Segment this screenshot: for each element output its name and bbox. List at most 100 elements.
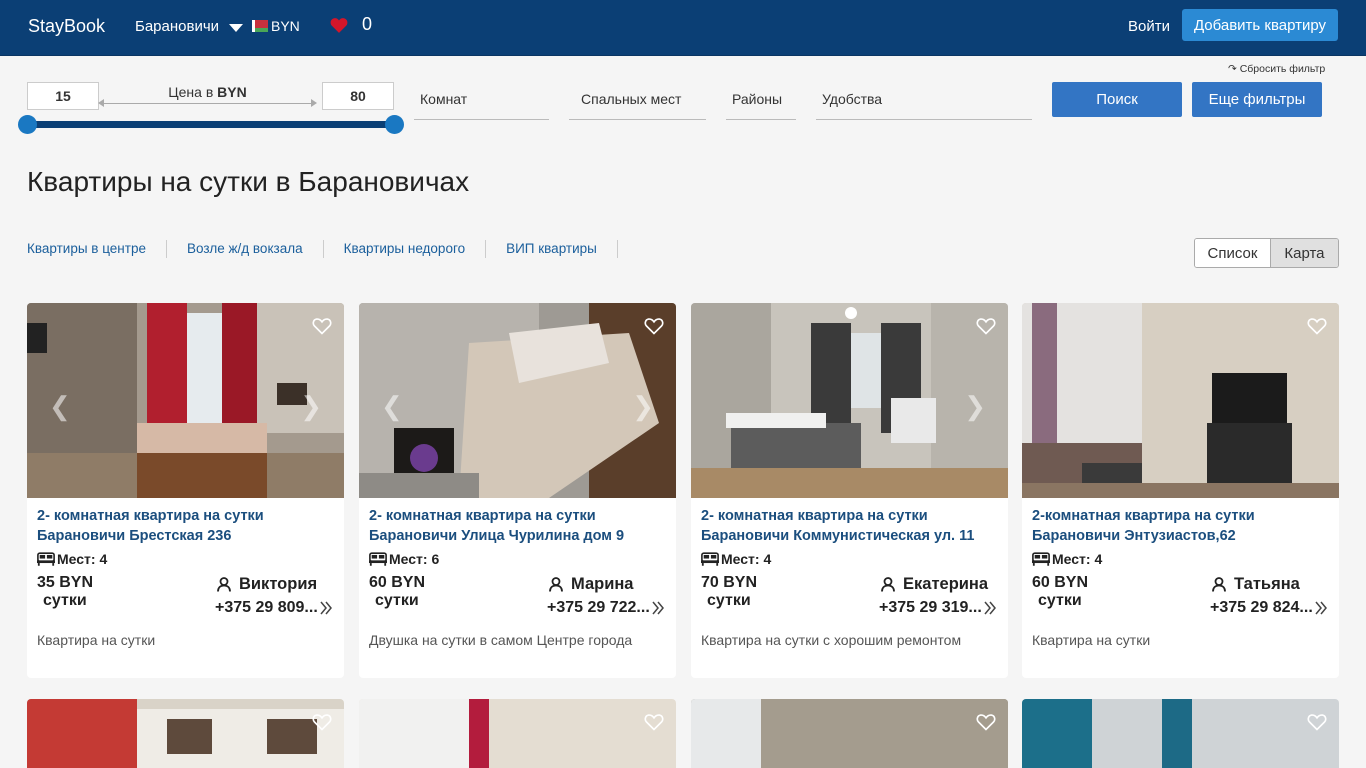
- heart-outline-icon[interactable]: [644, 713, 664, 731]
- price-max-input[interactable]: 80: [322, 82, 394, 110]
- owner-name: Екатерина: [903, 575, 989, 593]
- city-selector[interactable]: Барановичи: [135, 18, 244, 35]
- listing-price: 60 BYN сутки: [369, 574, 425, 610]
- double-chevron-right-icon: [652, 601, 664, 615]
- price-label: Цена в BYN: [100, 84, 315, 100]
- amenities-select[interactable]: Удобства: [816, 82, 1032, 120]
- listing-phone[interactable]: +375 29 809...: [215, 599, 332, 617]
- listing-title[interactable]: 2- комнатная квартира на сутки Баранович…: [369, 506, 669, 546]
- prev-photo-button[interactable]: ❮: [49, 391, 71, 422]
- listing-description: Квартира на сутки: [37, 632, 156, 648]
- bed-icon: [701, 552, 719, 566]
- listing-card[interactable]: ❯ 2- комнатная квартира на сутки Баранов…: [691, 303, 1008, 678]
- listing-photo[interactable]: ❯: [691, 303, 1008, 498]
- districts-select[interactable]: Районы: [726, 82, 796, 120]
- bedroom-photo: [359, 303, 676, 498]
- price-value: 35 BYN: [37, 574, 94, 591]
- listing-title[interactable]: 2- комнатная квартира на сутки Баранович…: [37, 506, 337, 546]
- listing-price: 70 BYN сутки: [701, 574, 757, 610]
- listing-title[interactable]: 2- комнатная квартира на сутки Баранович…: [701, 506, 1001, 546]
- search-button[interactable]: Поиск: [1052, 82, 1182, 117]
- user-icon: [549, 577, 563, 592]
- price-unit: сутки: [707, 592, 751, 609]
- next-photo-button[interactable]: ❯: [964, 391, 986, 422]
- quick-link-vip[interactable]: ВИП квартиры: [506, 240, 618, 258]
- user-icon: [881, 577, 895, 592]
- prev-photo-button[interactable]: ❮: [381, 391, 403, 422]
- price-value: 60 BYN: [1032, 574, 1089, 591]
- quick-links: Квартиры в центре Возле ж/д вокзала Квар…: [27, 240, 638, 258]
- heart-outline-icon[interactable]: [644, 317, 664, 335]
- listing-phone[interactable]: +375 29 722...: [547, 599, 664, 617]
- listing-card[interactable]: [1022, 699, 1339, 768]
- bedroom-photo: [691, 303, 1008, 498]
- price-label-currency: BYN: [217, 84, 247, 100]
- login-link[interactable]: Войти: [1128, 18, 1170, 35]
- listing-card[interactable]: [359, 699, 676, 768]
- more-filters-button[interactable]: Еще фильтры: [1192, 82, 1322, 117]
- view-toggle: Список Карта: [1194, 238, 1339, 268]
- double-chevron-right-icon: [320, 601, 332, 615]
- rooms-select[interactable]: Комнат: [414, 82, 549, 120]
- listing-phone[interactable]: +375 29 824...: [1210, 599, 1327, 617]
- listing-card[interactable]: 2-комнатная квартира на сутки Барановичи…: [1022, 303, 1339, 678]
- heart-outline-icon[interactable]: [976, 317, 996, 335]
- double-chevron-right-icon: [984, 601, 996, 615]
- price-unit: сутки: [1038, 592, 1082, 609]
- price-min-input[interactable]: 15: [27, 82, 99, 110]
- site-logo[interactable]: StayBook: [28, 16, 105, 37]
- currency-selector[interactable]: BYN: [252, 18, 300, 34]
- listing-card[interactable]: ❮ ❯ 2- комнатная квартира на сутки Баран…: [27, 303, 344, 678]
- price-slider-track[interactable]: [27, 121, 394, 128]
- listing-card[interactable]: [27, 699, 344, 768]
- listing-photo[interactable]: ❮ ❯: [27, 303, 344, 498]
- owner-name: Виктория: [239, 575, 318, 593]
- quick-link-station[interactable]: Возле ж/д вокзала: [187, 240, 324, 258]
- owner-name: Марина: [571, 575, 634, 593]
- favorites-link[interactable]: 0: [330, 14, 372, 35]
- listing-owner: Татьяна: [1212, 575, 1300, 594]
- listing-seats: Мест: 6: [369, 551, 439, 567]
- chevron-down-icon: [229, 24, 244, 32]
- add-apartment-button[interactable]: Добавить квартиру: [1182, 9, 1338, 41]
- next-photo-button[interactable]: ❯: [632, 391, 654, 422]
- bed-icon: [37, 552, 55, 566]
- sleeping-places-select[interactable]: Спальных мест: [569, 82, 706, 120]
- reset-filter-link[interactable]: ↷ Сбросить фильтр: [1228, 63, 1325, 75]
- next-photo-button[interactable]: ❯: [300, 391, 322, 422]
- listing-title[interactable]: 2-комнатная квартира на сутки Барановичи…: [1032, 506, 1332, 546]
- listing-phone[interactable]: +375 29 319...: [879, 599, 996, 617]
- belarus-flag-icon: [252, 20, 268, 32]
- listing-photo: [1022, 699, 1339, 768]
- listing-seats: Мест: 4: [37, 551, 107, 567]
- phone-number: +375 29 319...: [879, 599, 982, 616]
- city-label: Барановичи: [135, 18, 220, 35]
- double-chevron-right-icon: [1315, 601, 1327, 615]
- price-slider-min-handle[interactable]: [18, 115, 37, 134]
- price-label-text: Цена в: [168, 84, 218, 100]
- heart-outline-icon[interactable]: [312, 317, 332, 335]
- price-slider-max-handle[interactable]: [385, 115, 404, 134]
- listing-owner: Екатерина: [881, 575, 988, 594]
- phone-number: +375 29 722...: [547, 599, 650, 616]
- listing-photo[interactable]: [1022, 303, 1339, 498]
- price-value: 60 BYN: [369, 574, 426, 591]
- favorites-count: 0: [362, 14, 373, 34]
- list-view-button[interactable]: Список: [1195, 239, 1270, 267]
- heart-icon: [330, 17, 348, 33]
- listing-card[interactable]: [691, 699, 1008, 768]
- listing-card[interactable]: ❮ ❯ 2- комнатная квартира на сутки Баран…: [359, 303, 676, 678]
- quick-link-center[interactable]: Квартиры в центре: [27, 240, 167, 258]
- heart-outline-icon[interactable]: [1307, 713, 1327, 731]
- listing-photo[interactable]: ❮ ❯: [359, 303, 676, 498]
- heart-outline-icon[interactable]: [312, 713, 332, 731]
- listing-seats: Мест: 4: [701, 551, 771, 567]
- seats-text: Мест: 4: [1052, 551, 1103, 567]
- quick-link-cheap[interactable]: Квартиры недорого: [344, 240, 487, 258]
- heart-outline-icon[interactable]: [976, 713, 996, 731]
- seats-text: Мест: 4: [57, 551, 108, 567]
- heart-outline-icon[interactable]: [1307, 317, 1327, 335]
- listing-description: Квартира на сутки: [1032, 632, 1151, 648]
- map-view-button[interactable]: Карта: [1269, 239, 1338, 267]
- listing-photo: [27, 699, 344, 768]
